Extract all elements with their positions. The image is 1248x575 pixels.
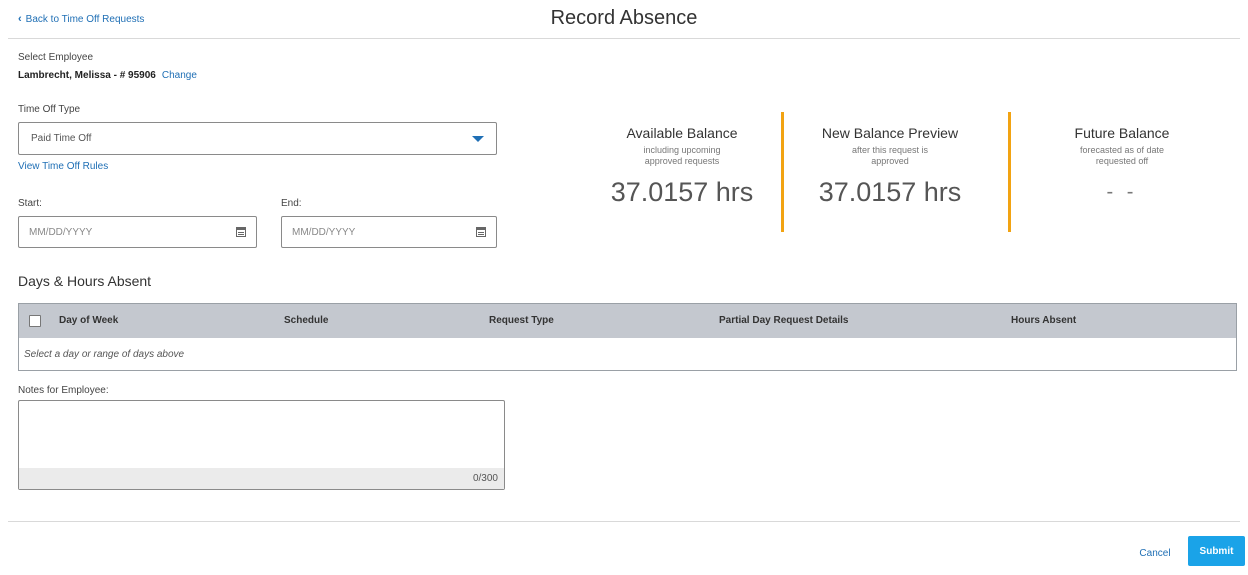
page-title: Record Absence [550,7,698,29]
empty-message: Select a day or range of days above [24,348,185,360]
header-divider [8,38,1240,39]
time-off-type-select[interactable]: Paid Time Off [18,122,497,155]
future-balance-title: Future Balance [1074,125,1170,141]
calendar-icon[interactable] [236,227,246,237]
future-balance-value: - - [1106,181,1138,203]
available-balance-subtitle-1: including upcoming [643,145,721,155]
time-off-type-value: Paid Time Off [31,133,92,144]
employee-name: Lambrecht, Melissa - # 95906 [18,70,156,81]
new-balance-title: New Balance Preview [821,125,959,141]
end-date-label: End: [281,198,302,209]
available-balance-title: Available Balance [626,125,738,141]
chevron-down-icon [472,135,484,142]
new-balance-value: 37.0157 hrs [818,177,962,207]
time-off-type-label: Time Off Type [18,104,81,115]
cancel-button[interactable]: Cancel [1130,543,1180,563]
view-time-off-rules-link[interactable]: View Time Off Rules [18,161,108,172]
notes-textarea[interactable] [19,401,504,468]
calendar-icon[interactable] [476,227,486,237]
notes-label: Notes for Employee: [18,385,109,396]
end-date-placeholder: MM/DD/YYYY [292,226,356,238]
end-date-input[interactable]: MM/DD/YYYY [281,216,497,248]
start-date-input[interactable]: MM/DD/YYYY [18,216,257,248]
start-date-label: Start: [18,198,42,209]
days-hours-absent-title: Days & Hours Absent [18,273,152,289]
available-balance-subtitle-2: approved requests [644,156,720,166]
new-balance-subtitle-1: after this request is [851,145,929,155]
new-balance-preview: New Balance Preview after this request i… [790,125,990,208]
new-balance-subtitle-2: approved [871,156,909,166]
table-header: Day of Week Schedule Request Type Partia… [19,304,1236,338]
column-header[interactable]: Partial Day Request Details [719,315,849,326]
future-balance-subtitle-2: requested off [1095,156,1149,166]
balance-divider [1008,112,1011,232]
available-balance: Available Balance including upcoming app… [582,125,782,208]
employee-selection: Lambrecht, Melissa - # 95906 Change [18,70,197,81]
footer-divider [8,521,1240,522]
column-header[interactable]: Schedule [284,315,328,326]
notes-char-counter: 0/300 [19,468,504,489]
select-all-checkbox[interactable] [29,315,41,327]
future-balance-subtitle-1: forecasted as of date [1079,145,1165,155]
start-date-placeholder: MM/DD/YYYY [29,226,93,238]
future-balance: Future Balance forecasted as of date req… [1022,125,1222,204]
balance-divider [781,112,784,232]
column-header[interactable]: Request Type [489,315,554,326]
change-employee-link[interactable]: Change [162,70,197,81]
notes-field: 0/300 [18,400,505,490]
submit-button[interactable]: Submit [1188,536,1245,566]
available-balance-value: 37.0157 hrs [610,177,754,207]
column-header[interactable]: Day of Week [59,315,118,326]
select-employee-label: Select Employee [18,52,94,63]
days-hours-table: Day of Week Schedule Request Type Partia… [18,303,1237,371]
table-empty-row: Select a day or range of days above [19,338,1236,370]
column-header[interactable]: Hours Absent [1011,315,1076,326]
